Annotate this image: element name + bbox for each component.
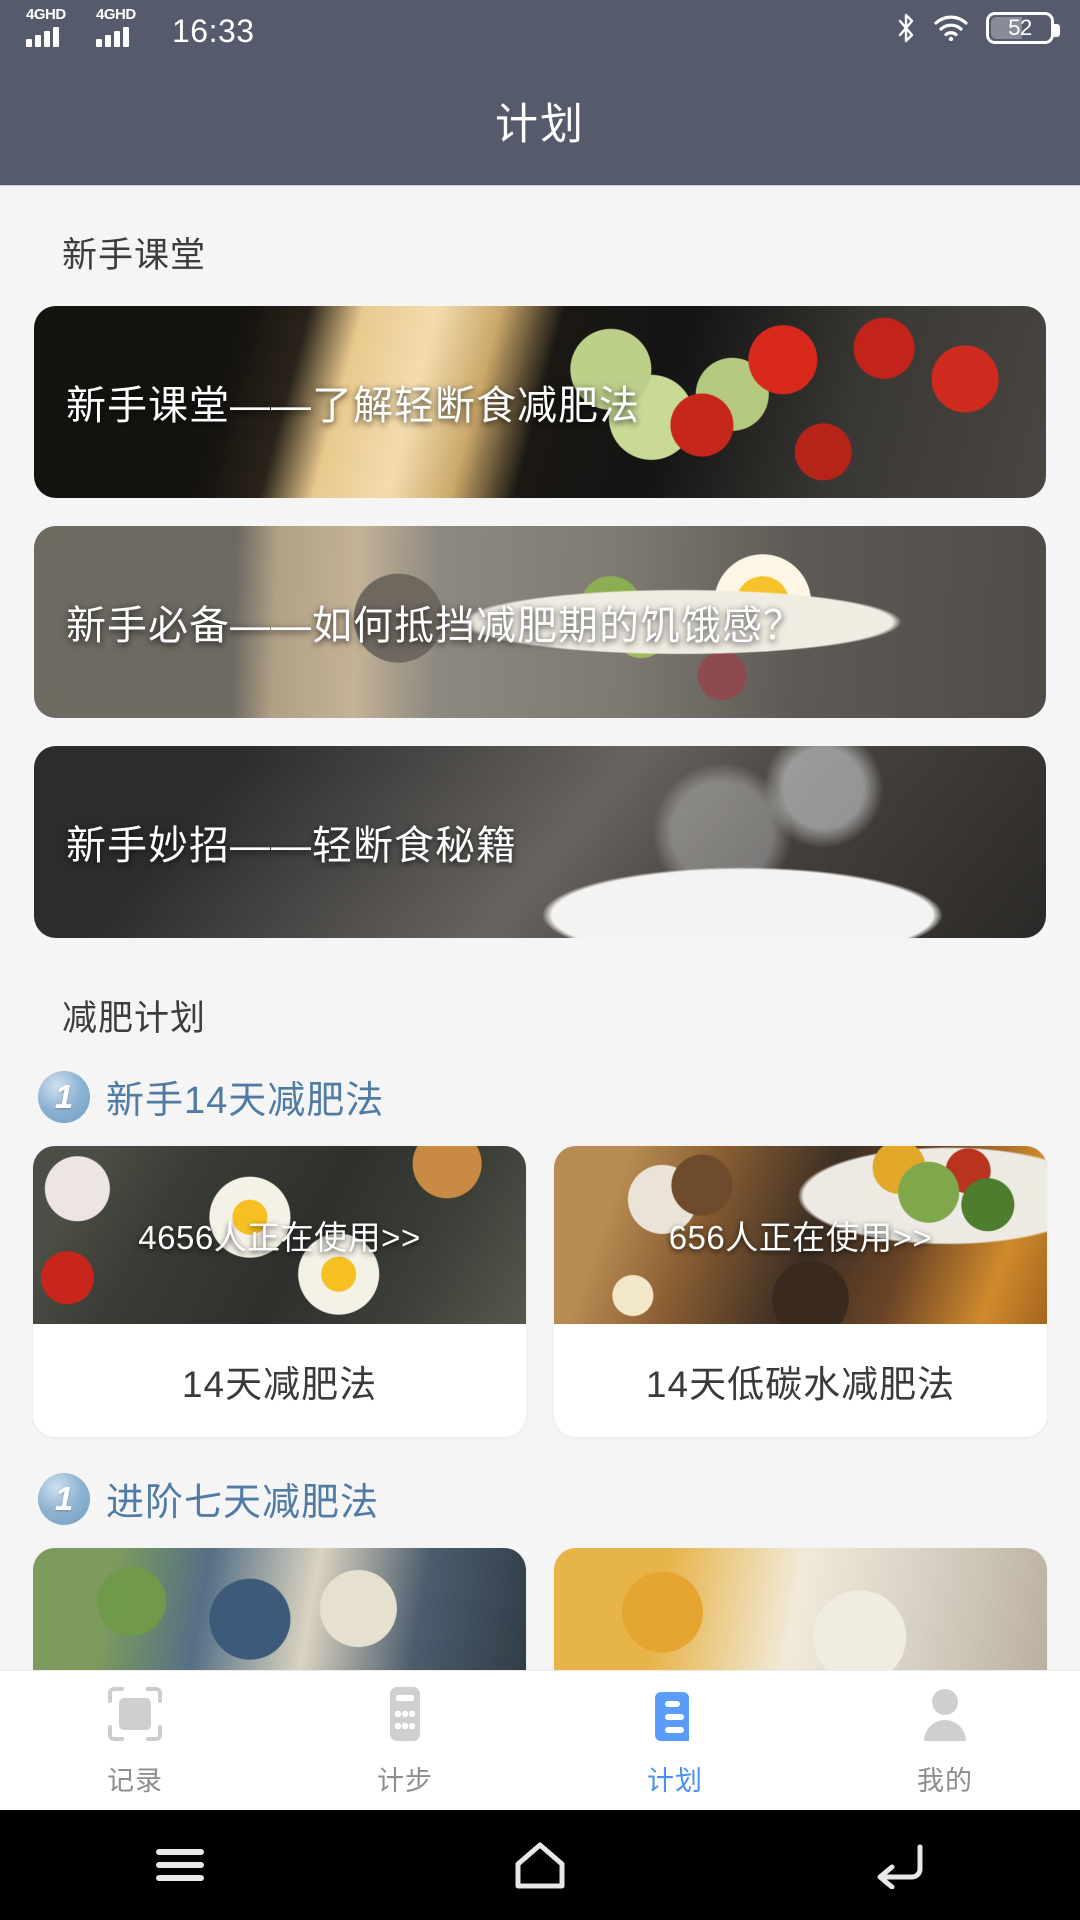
person-icon — [914, 1683, 976, 1745]
plan-card-name: 14天低碳水减肥法 — [645, 1363, 956, 1405]
plan-card-row: 4656人正在使用>> 14天减肥法 656人正在使用>> 14天低碳水减肥法 — [0, 1146, 1080, 1437]
plan-card[interactable] — [554, 1548, 1047, 1670]
plan-card[interactable] — [33, 1548, 526, 1670]
pedometer-icon — [374, 1683, 436, 1745]
signal-indicator-sim1: 4GHD — [26, 6, 84, 47]
plan-group-header: 1 新手14天减肥法 — [38, 1069, 1080, 1124]
signal-indicator-sim2: 4GHD — [96, 6, 154, 47]
plan-card-image — [33, 1548, 526, 1670]
tab-record[interactable]: 记录 — [0, 1671, 270, 1810]
lesson-card[interactable]: 新手必备——如何抵挡减肥期的饥饿感？ — [34, 526, 1046, 718]
wifi-icon — [934, 15, 968, 42]
lessons-section-title: 新手课堂 — [62, 236, 207, 275]
status-bar-right: 52 — [896, 12, 1060, 44]
tab-profile[interactable]: 我的 — [810, 1671, 1080, 1810]
plan-card-image: 656人正在使用>> — [554, 1146, 1047, 1324]
plan-card-users-label: 4656人正在使用>> — [138, 1219, 421, 1256]
plan-card-row — [0, 1548, 1080, 1670]
menu-icon[interactable] — [120, 1830, 240, 1900]
lesson-card-title: 新手必备——如何抵挡减肥期的饥饿感？ — [66, 604, 804, 648]
signal-bars-sim2 — [96, 27, 129, 47]
plan-group-badge: 1 — [38, 1472, 90, 1525]
plan-card-image — [554, 1548, 1047, 1670]
system-navigation-bar — [0, 1810, 1080, 1920]
status-bar: 4GHD 4GHD 16:33 52 — [0, 0, 1080, 56]
lesson-card[interactable]: 新手课堂——了解轻断食减肥法 — [34, 306, 1046, 498]
scroll-content[interactable]: 新手课堂 新手课堂——了解轻断食减肥法 新手必备——如何抵挡减肥期的饥饿感？ 新… — [0, 187, 1080, 1670]
plan-group-header: 1 进阶七天减肥法 — [38, 1471, 1080, 1526]
network-type-label-sim1: 4GHD — [26, 6, 66, 23]
status-bar-clock: 16:33 — [172, 13, 255, 49]
plan-card-name: 14天减肥法 — [181, 1363, 378, 1405]
app-screen: 4GHD 4GHD 16:33 52 计划 新手课堂 新手课堂——了解轻断食减肥… — [0, 0, 1080, 1920]
plan-card-image: 4656人正在使用>> — [33, 1146, 526, 1324]
signal-bars-sim1 — [26, 27, 59, 47]
tab-label: 计步 — [377, 1766, 433, 1796]
tab-label: 计划 — [647, 1766, 703, 1796]
plan-card-users-label: 656人正在使用>> — [668, 1219, 933, 1256]
back-icon[interactable] — [840, 1830, 960, 1900]
plan-group-title: 进阶七天减肥法 — [106, 1482, 380, 1524]
bluetooth-icon — [896, 13, 916, 43]
scan-record-icon — [104, 1683, 166, 1745]
tab-plan[interactable]: 计划 — [540, 1671, 810, 1810]
plan-card[interactable]: 4656人正在使用>> 14天减肥法 — [33, 1146, 526, 1437]
battery-level-label: 52 — [1008, 15, 1032, 40]
network-type-label-sim2: 4GHD — [96, 6, 136, 23]
plans-section-title: 减肥计划 — [62, 999, 207, 1038]
lesson-card-title: 新手课堂——了解轻断食减肥法 — [66, 384, 640, 428]
page-title: 计划 — [495, 100, 585, 149]
tab-label: 我的 — [917, 1766, 973, 1796]
plan-group-badge: 1 — [38, 1070, 90, 1123]
tab-label: 记录 — [107, 1766, 163, 1796]
tab-pedometer[interactable]: 计步 — [270, 1671, 540, 1810]
plan-document-icon — [644, 1683, 706, 1745]
app-bar: 计划 — [0, 56, 1080, 186]
status-bar-left: 4GHD 4GHD 16:33 — [26, 6, 255, 49]
battery-indicator: 52 — [986, 12, 1060, 44]
plan-group-title: 新手14天减肥法 — [106, 1080, 385, 1122]
lesson-card-title: 新手妙招——轻断食秘籍 — [66, 824, 517, 868]
home-icon[interactable] — [480, 1830, 600, 1900]
plan-card[interactable]: 656人正在使用>> 14天低碳水减肥法 — [554, 1146, 1047, 1437]
lesson-card[interactable]: 新手妙招——轻断食秘籍 — [34, 746, 1046, 938]
bottom-tab-bar: 记录 计步 计划 我的 — [0, 1670, 1080, 1810]
